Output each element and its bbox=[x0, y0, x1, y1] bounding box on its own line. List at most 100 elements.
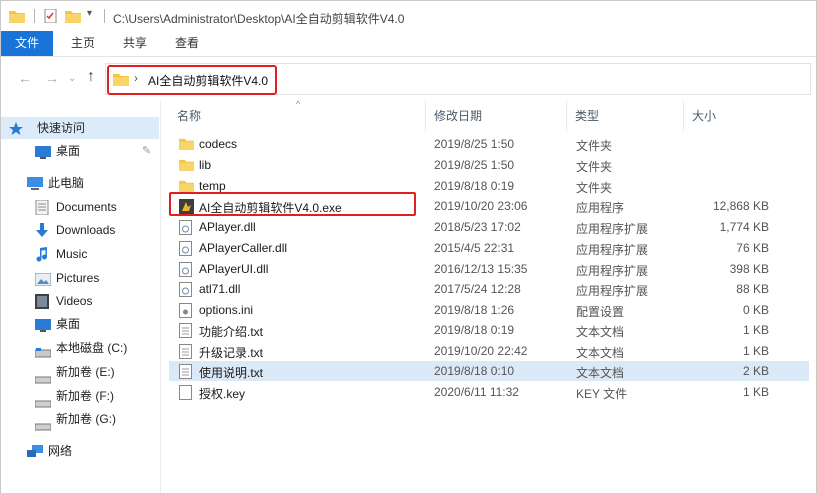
nav-label: 快速访问 bbox=[37, 121, 86, 135]
download-icon bbox=[35, 223, 51, 237]
file-size: 1,774 KB bbox=[719, 220, 769, 234]
breadcrumb-current[interactable]: AI全自动剪辑软件V4.0 bbox=[148, 72, 268, 89]
file-date: 2019/8/18 0:10 bbox=[434, 364, 515, 378]
nav-label: Downloads bbox=[56, 223, 116, 237]
recent-locations-button[interactable]: ⌄ bbox=[68, 73, 76, 84]
folder-icon bbox=[113, 72, 129, 89]
nav-label: Music bbox=[56, 247, 88, 261]
tab-view[interactable]: 查看 bbox=[165, 31, 209, 56]
settings-file-icon bbox=[179, 303, 194, 318]
title-separator bbox=[104, 9, 105, 23]
folder-icon bbox=[9, 9, 25, 23]
nav-label: 桌面 bbox=[56, 144, 81, 158]
blank-file-icon bbox=[179, 385, 194, 400]
file-row[interactable]: codecs 2019/8/25 1:50 文件夹 bbox=[169, 134, 809, 154]
file-name: APlayer.dll bbox=[199, 220, 256, 234]
file-row-selected[interactable]: 使用说明.txt 2019/8/18 0:10 文本文档 2 KB bbox=[169, 361, 809, 381]
drive-icon bbox=[34, 416, 52, 431]
drive-icon bbox=[34, 393, 52, 408]
file-row[interactable]: lib 2019/8/25 1:50 文件夹 bbox=[169, 155, 809, 175]
file-row[interactable]: APlayer.dll 2018/5/23 17:02 应用程序扩展 1,774… bbox=[169, 217, 809, 237]
file-type: 文件夹 bbox=[576, 139, 613, 153]
file-type: 应用程序扩展 bbox=[576, 284, 649, 298]
file-date: 2017/5/24 12:28 bbox=[434, 282, 521, 296]
forward-button[interactable]: → bbox=[45, 70, 59, 86]
desktop-icon bbox=[35, 144, 51, 159]
file-type: 文本文档 bbox=[576, 325, 625, 339]
file-size: 1 KB bbox=[742, 323, 769, 337]
column-divider[interactable] bbox=[425, 101, 426, 131]
column-header-name[interactable]: 名称 bbox=[177, 107, 201, 124]
file-type: 配置设置 bbox=[576, 305, 625, 319]
drive-icon bbox=[34, 343, 52, 358]
file-name: atl71.dll bbox=[199, 282, 241, 296]
file-size: 0 KB bbox=[742, 303, 769, 317]
file-date: 2019/8/25 1:50 bbox=[434, 158, 515, 172]
tab-share[interactable]: 共享 bbox=[113, 31, 157, 56]
file-row[interactable]: options.ini 2019/8/18 1:26 配置设置 0 KB bbox=[169, 300, 809, 320]
nav-item-quick-access[interactable]: 快速访问 bbox=[1, 117, 159, 139]
file-name: APlayerUI.dll bbox=[199, 262, 269, 276]
tab-home[interactable]: 主页 bbox=[61, 31, 105, 56]
file-row[interactable]: APlayerUI.dll 2016/12/13 15:35 应用程序扩展 39… bbox=[169, 259, 809, 279]
window-title: C:\Users\Administrator\Desktop\AI全自动剪辑软件… bbox=[113, 12, 405, 26]
properties-icon[interactable] bbox=[43, 8, 59, 24]
quick-access-dropdown[interactable]: ▾ bbox=[87, 8, 92, 19]
file-name: 功能介绍.txt bbox=[199, 325, 264, 339]
column-divider[interactable] bbox=[683, 101, 684, 131]
address-toolbar: ← → ⌄ ↑ › AI全自动剪辑软件V4.0 bbox=[1, 57, 816, 101]
desktop-icon bbox=[35, 317, 51, 332]
nav-label: 本地磁盘 (C:) bbox=[56, 341, 128, 355]
star-icon bbox=[9, 121, 25, 135]
dll-icon bbox=[179, 241, 194, 256]
drive-icon bbox=[34, 369, 52, 384]
column-header-size[interactable]: 大小 bbox=[692, 107, 716, 124]
text-file-icon bbox=[179, 344, 194, 359]
pictures-icon bbox=[34, 271, 52, 287]
column-divider[interactable] bbox=[566, 101, 567, 131]
file-row[interactable]: atl71.dll 2017/5/24 12:28 应用程序扩展 88 KB bbox=[169, 279, 809, 299]
file-name: APlayerCaller.dll bbox=[199, 241, 288, 255]
file-row[interactable]: APlayerCaller.dll 2015/4/5 22:31 应用程序扩展 … bbox=[169, 238, 809, 258]
exe-highlight-box bbox=[169, 192, 416, 216]
file-type: 应用程序扩展 bbox=[576, 222, 649, 236]
file-row[interactable]: 授权.key 2020/6/11 11:32 KEY 文件 1 KB bbox=[169, 382, 809, 402]
file-date: 2019/8/18 1:26 bbox=[434, 303, 515, 317]
nav-label: 此电脑 bbox=[48, 176, 85, 190]
tab-file[interactable]: 文件 bbox=[1, 31, 53, 56]
file-date: 2020/6/11 11:32 bbox=[434, 385, 519, 399]
file-size: 1 KB bbox=[742, 385, 769, 399]
column-header-type[interactable]: 类型 bbox=[575, 107, 599, 124]
folder-icon bbox=[179, 158, 194, 173]
file-size: 2 KB bbox=[742, 364, 769, 378]
file-date: 2019/8/18 0:19 bbox=[434, 323, 515, 337]
breadcrumb-chevron[interactable]: › bbox=[134, 71, 138, 85]
file-name: 升级记录.txt bbox=[199, 346, 264, 360]
file-list-pane: ^ 名称 修改日期 类型 大小 codecs 2019/8/25 1:50 文件… bbox=[161, 99, 816, 493]
document-icon bbox=[35, 199, 51, 216]
file-name: temp bbox=[199, 179, 226, 193]
file-row[interactable]: 升级记录.txt 2019/10/20 22:42 文本文档 1 KB bbox=[169, 341, 809, 361]
dll-icon bbox=[179, 220, 194, 235]
dll-icon bbox=[179, 282, 194, 297]
up-button[interactable]: ↑ bbox=[87, 68, 95, 86]
file-date: 2019/10/20 22:42 bbox=[434, 344, 528, 358]
file-name: 授权.key bbox=[199, 387, 246, 401]
new-folder-icon[interactable] bbox=[65, 9, 81, 23]
file-type: 应用程序扩展 bbox=[576, 243, 649, 257]
file-row[interactable]: 功能介绍.txt 2019/8/18 0:19 文本文档 1 KB bbox=[169, 320, 809, 340]
nav-label: Videos bbox=[56, 294, 93, 308]
file-date: 2018/5/23 17:02 bbox=[434, 220, 521, 234]
folder-icon bbox=[179, 137, 194, 152]
file-name: options.ini bbox=[199, 303, 254, 317]
computer-icon bbox=[27, 176, 43, 190]
file-size: 88 KB bbox=[736, 282, 769, 296]
back-button[interactable]: ← bbox=[18, 70, 32, 86]
text-file-icon bbox=[179, 364, 194, 379]
column-header-date[interactable]: 修改日期 bbox=[434, 107, 482, 124]
file-type: 文件夹 bbox=[576, 181, 613, 195]
file-type: 文本文档 bbox=[576, 346, 625, 360]
nav-item-desktop-pinned[interactable]: 桌面 ✎ bbox=[1, 140, 159, 162]
text-file-icon bbox=[179, 323, 194, 338]
file-name: 使用说明.txt bbox=[199, 366, 264, 380]
